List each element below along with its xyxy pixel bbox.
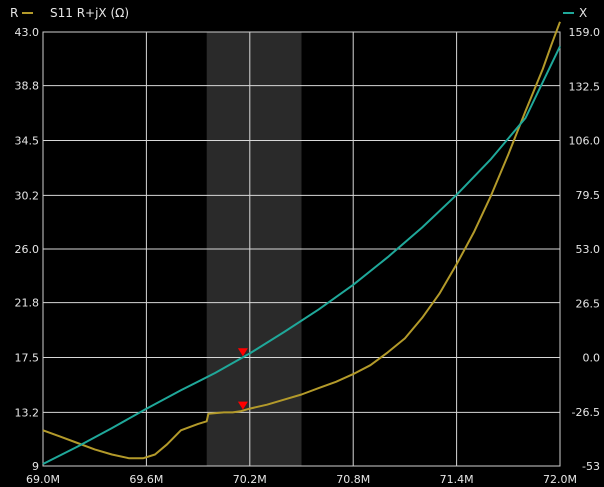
y-right-tick-label: 132.5 [569, 80, 601, 93]
y-left-tick-label: 26.0 [15, 243, 40, 256]
y-right-tick-label: 53.0 [576, 243, 601, 256]
chart-background [0, 0, 604, 487]
y-left-tick-label: 38.8 [15, 80, 40, 93]
x-tick-label: 71.4M [440, 473, 474, 486]
y-left-tick-label: 30.2 [15, 189, 40, 202]
x-tick-label: 69.0M [26, 473, 60, 486]
legend-right-label: X [579, 6, 587, 20]
x-tick-label: 70.2M [233, 473, 267, 486]
legend-left-label: R [10, 6, 18, 20]
y-left-tick-label: 17.5 [15, 352, 40, 365]
x-tick-label: 70.8M [336, 473, 370, 486]
y-right-tick-label: -26.5 [572, 406, 600, 419]
y-right-tick-label: 159.0 [569, 26, 601, 39]
s11-chart: 69.0M 69.6M 70.2M 70.8M 71.4M 72.0M 9 13.2 17.5 2… [0, 0, 604, 487]
y-right-tick-label: 106.0 [569, 135, 601, 148]
x-tick-label: 72.0M [543, 473, 577, 486]
y-left-tick-label: 21.8 [15, 297, 40, 310]
y-left-tick-label: 13.2 [15, 406, 40, 419]
y-right-tick-label: 26.5 [576, 297, 601, 310]
y-right-tick-label: -53 [582, 460, 600, 473]
y-left-tick-label: 9 [32, 460, 39, 473]
y-left-tick-label: 43.0 [15, 26, 40, 39]
y-right-tick-label: 0.0 [583, 352, 601, 365]
y-left-tick-label: 34.5 [15, 135, 40, 148]
y-right-tick-label: 79.5 [576, 189, 601, 202]
x-tick-label: 69.6M [129, 473, 163, 486]
chart-title: S11 R+jX (Ω) [50, 6, 129, 20]
